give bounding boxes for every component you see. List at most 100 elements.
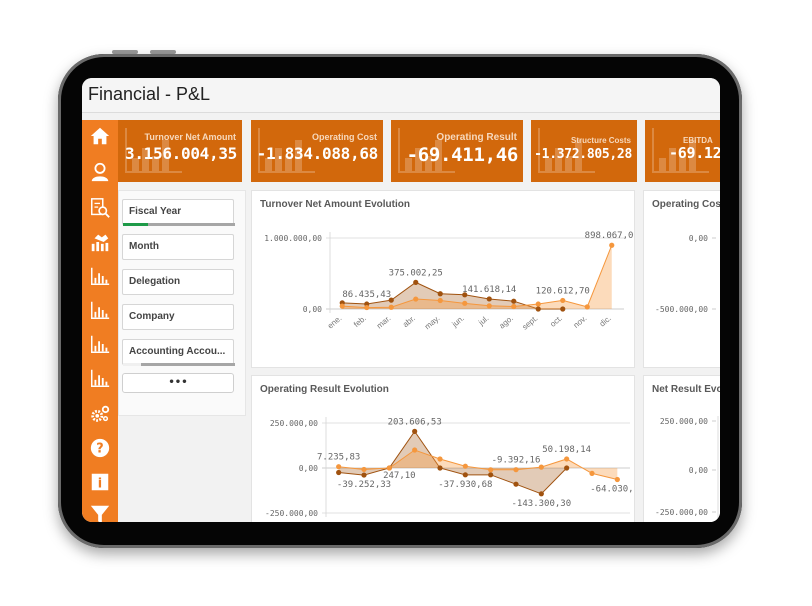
data-point xyxy=(412,447,418,453)
kpi-operating-cost[interactable]: Operating Cost -1.834.088,68 xyxy=(251,120,383,182)
more-filters-button[interactable]: ••• xyxy=(122,373,234,393)
data-label: -143.300,30 xyxy=(512,499,572,509)
x-tick-label: mar. xyxy=(375,314,393,331)
kpi-value: -1.372.805,28 xyxy=(534,147,632,162)
filter-label: Delegation xyxy=(129,276,181,287)
data-point xyxy=(538,491,544,497)
data-point xyxy=(511,298,517,304)
kpi-turnover[interactable]: Turnover Net Amount 3.156.004,35 xyxy=(118,120,242,182)
kpi-value: 3.156.004,35 xyxy=(125,144,237,163)
data-point xyxy=(488,472,494,478)
kpi-value: -1.834.088,68 xyxy=(256,144,379,163)
data-point xyxy=(511,303,517,310)
data-point xyxy=(361,466,367,473)
kpi-operating-result[interactable]: Operating Result -69.411,46 xyxy=(391,120,523,182)
y-tick-label: 250.000,00 xyxy=(270,419,318,428)
selection-bar-excluded xyxy=(123,363,141,366)
y-tick-label: 0,00 xyxy=(299,464,318,473)
x-tick-label: jun. xyxy=(450,314,466,330)
x-tick-label: jul. xyxy=(476,314,490,328)
handshake-chart-icon[interactable] xyxy=(88,230,112,254)
turnover-chart-panel[interactable]: Turnover Net Amount Evolution 1.000.000,… xyxy=(251,190,635,368)
data-label: -64.030,19 xyxy=(590,485,635,495)
kpi-structure-costs[interactable]: Structure Costs -1.372.805,28 xyxy=(531,120,637,182)
x-tick-label: dic. xyxy=(598,314,613,329)
x-tick-label: ago. xyxy=(497,314,515,331)
net-result-panel[interactable]: Net Result Evo 250.000,00 0,00 -250.000,… xyxy=(643,375,720,522)
data-point xyxy=(437,456,443,462)
filter-pane: Fiscal Year Month Delegation Company Acc… xyxy=(118,190,246,416)
data-point xyxy=(437,291,443,297)
info-icon[interactable]: i xyxy=(88,470,112,494)
document-search-icon[interactable] xyxy=(88,196,112,220)
filter-fiscal-year[interactable]: Fiscal Year xyxy=(122,199,235,226)
gears-icon[interactable] xyxy=(88,402,112,426)
data-point xyxy=(339,303,345,309)
help-icon[interactable]: ? xyxy=(88,436,112,460)
svg-text:i: i xyxy=(98,477,102,492)
turnover-chart: 1.000.000,00 0,00 86.435,43 375.002,25 141.6… xyxy=(264,231,634,331)
data-point xyxy=(361,472,367,478)
kpi-ebitda[interactable]: EBITDA -69.129,... xyxy=(645,120,720,182)
data-point xyxy=(535,306,541,312)
bar-chart-icon[interactable] xyxy=(88,298,112,322)
y-tick-label: 1.000.000,00 xyxy=(264,234,322,243)
data-label: -37.930,68 xyxy=(438,480,492,490)
operating-result-chart-panel[interactable]: Operating Result Evolution 250.000,00 0,0… xyxy=(251,375,635,522)
user-icon[interactable] xyxy=(88,160,112,184)
svg-text:?: ? xyxy=(96,442,103,457)
data-point xyxy=(560,297,566,304)
data-point xyxy=(513,481,519,487)
y-tick: 0,00 xyxy=(689,466,708,475)
y-tick: 0,00 xyxy=(689,234,708,243)
data-label: 86.435,43 xyxy=(342,290,391,300)
main-content: Turnover Net Amount 3.156.004,35 Operati… xyxy=(118,120,720,522)
data-point xyxy=(364,304,370,311)
data-point xyxy=(386,465,392,471)
filter-icon[interactable] xyxy=(88,502,112,522)
filter-label: Accounting Accou... xyxy=(129,346,226,357)
data-point xyxy=(564,465,570,471)
data-point xyxy=(388,304,394,310)
bar-chart-icon[interactable] xyxy=(88,332,112,356)
kpi-label: Operating Cost xyxy=(311,132,377,142)
data-point xyxy=(413,296,419,302)
data-point xyxy=(609,242,615,248)
net-result-chart: 250.000,00 0,00 -250.000,00 xyxy=(655,416,719,522)
data-label: -9.392,16 xyxy=(492,456,541,466)
data-point xyxy=(412,428,418,434)
bar-chart-icon[interactable] xyxy=(88,264,112,288)
data-point xyxy=(584,304,590,310)
filter-company[interactable]: Company xyxy=(122,304,234,330)
data-point xyxy=(336,469,342,476)
x-tick-label: abr. xyxy=(401,314,417,329)
filter-month[interactable]: Month xyxy=(122,234,234,260)
data-label: -39.252,33 xyxy=(337,480,391,490)
bar-chart-icon[interactable] xyxy=(88,366,112,390)
x-tick-label: feb. xyxy=(352,314,368,329)
kpi-label: Operating Result xyxy=(436,132,517,143)
data-point xyxy=(564,456,570,462)
data-label: 50.198,14 xyxy=(542,445,591,455)
x-tick-label: ene. xyxy=(326,314,344,331)
operating-cost-panel[interactable]: Operating Cost 0,00 -500.000,00 xyxy=(643,190,720,368)
filter-label: Fiscal Year xyxy=(129,206,182,217)
x-tick-label: oct. xyxy=(548,314,564,329)
data-point xyxy=(535,301,541,307)
y-tick-label: 0,00 xyxy=(303,305,322,314)
selection-bar-selected xyxy=(123,223,148,226)
data-point xyxy=(336,464,342,470)
data-label: 203.606,53 xyxy=(388,417,442,427)
data-point xyxy=(437,297,443,304)
data-point xyxy=(513,467,519,473)
kpi-value: -69.411,46 xyxy=(406,144,519,166)
data-label: 375.002,25 xyxy=(389,268,443,278)
y-tick: -500.000,00 xyxy=(655,305,708,314)
filter-delegation[interactable]: Delegation xyxy=(122,269,234,295)
data-label: 7.235,83 xyxy=(317,453,360,463)
home-icon[interactable] xyxy=(88,124,112,148)
kpi-label: Turnover Net Amount xyxy=(144,132,237,142)
y-tick: -250.000,00 xyxy=(655,508,708,517)
y-tick: 250.000,00 xyxy=(660,417,708,426)
filter-accounting-account[interactable]: Accounting Accou... xyxy=(122,339,235,366)
